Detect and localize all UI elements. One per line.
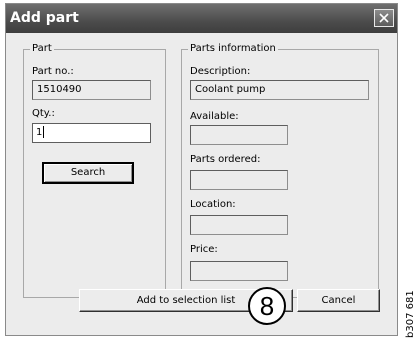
part-no-label: Part no.: — [32, 66, 74, 77]
part-group: Part Part no.: 1510490 Qty.: 1 Search — [23, 43, 166, 298]
part-no-field: 1510490 — [32, 80, 151, 100]
cancel-button[interactable]: Cancel — [297, 289, 380, 312]
add-part-dialog: Add part Part Part no.: 1510490 Qty.: 1 … — [5, 3, 398, 336]
location-field — [190, 215, 288, 235]
location-label: Location: — [190, 199, 236, 210]
part-group-legend: Part — [30, 43, 54, 55]
title-bar[interactable]: Add part — [6, 4, 397, 33]
qty-input[interactable]: 1 — [32, 123, 151, 143]
dialog-title: Add part — [10, 10, 79, 26]
text-caret — [43, 126, 45, 138]
qty-label: Qty.: — [32, 108, 55, 119]
figure-code: b307 681 — [405, 290, 415, 338]
price-label: Price: — [190, 244, 218, 255]
available-field — [190, 125, 288, 145]
parts-information-group: Parts information Description: Coolant p… — [181, 43, 379, 298]
search-button[interactable]: Search — [42, 162, 134, 184]
qty-value: 1 — [36, 127, 43, 138]
price-field — [190, 261, 288, 281]
parts-information-legend: Parts information — [188, 43, 278, 55]
description-field: Coolant pump — [190, 80, 369, 100]
available-label: Available: — [190, 111, 239, 122]
close-button[interactable] — [374, 9, 394, 27]
callout-number: 8 — [248, 287, 286, 325]
figure-code-text: b307 681 — [405, 290, 415, 338]
parts-ordered-label: Parts ordered: — [190, 154, 261, 165]
close-icon — [379, 13, 389, 23]
parts-ordered-field — [190, 170, 288, 190]
description-label: Description: — [190, 66, 251, 77]
